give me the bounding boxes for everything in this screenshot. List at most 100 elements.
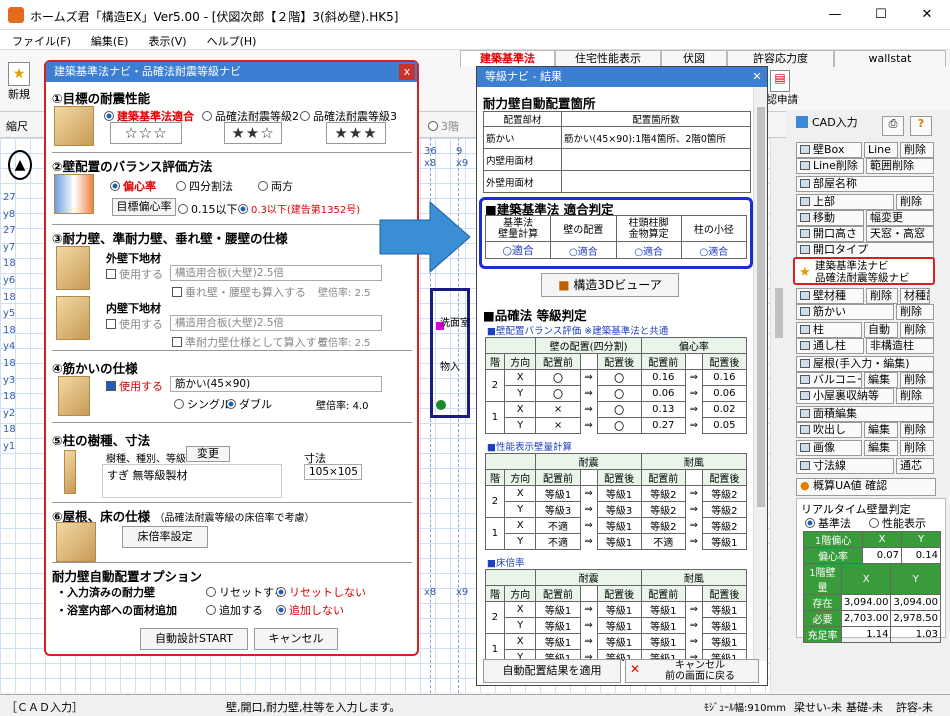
- tool-button-0-0[interactable]: 壁Box: [796, 142, 862, 158]
- size-select[interactable]: 105×105: [304, 464, 362, 480]
- tool-icon: [800, 375, 810, 384]
- tool-button-9-2[interactable]: 削除: [900, 322, 934, 338]
- tool-button-5-0[interactable]: 開口高さ: [796, 226, 864, 242]
- tool-button-5-1[interactable]: 天窓・高窓: [866, 226, 934, 242]
- maximize-button[interactable]: ☐: [858, 0, 904, 30]
- back-button[interactable]: ✕ キャンセル 前の画面に戻る: [625, 659, 759, 683]
- inner-material-select[interactable]: 構造用合板(大壁)2.5倍: [170, 315, 382, 331]
- help-icon[interactable]: ?: [910, 116, 932, 136]
- tool-button-11-0[interactable]: 屋根(手入力・編集): [796, 356, 934, 372]
- option-quarter[interactable]: 四分割法: [176, 178, 233, 194]
- tool-icon: [800, 461, 810, 470]
- navi-button[interactable]: ★ 建築基準法ナビ 品確法耐震等級ナビ: [793, 257, 935, 285]
- tool-button-12-0[interactable]: バルコニー: [796, 372, 862, 388]
- print-icon[interactable]: ⎙: [882, 116, 904, 136]
- no-add-option[interactable]: 追加しない: [276, 602, 344, 618]
- tool-button-1-0[interactable]: Line削除: [796, 158, 864, 174]
- brace-select[interactable]: 筋かい(45×90): [170, 376, 382, 392]
- tool-button-2-0[interactable]: 部屋名称: [796, 176, 934, 192]
- tool-button-15-1[interactable]: 編集: [864, 422, 898, 438]
- option-standard[interactable]: 基準法: [805, 515, 851, 531]
- tool-button-8-1[interactable]: 削除: [896, 304, 934, 320]
- tool-button-14-0[interactable]: 面積編集: [796, 406, 934, 422]
- tool-button-15-0[interactable]: 吹出し: [796, 422, 862, 438]
- navi-cancel-button[interactable]: キャンセル: [254, 628, 338, 650]
- brace-single[interactable]: シングル: [174, 396, 231, 412]
- brace-use-check[interactable]: 使用する: [106, 378, 163, 394]
- tool-button-10-1[interactable]: 非構造柱: [866, 338, 934, 354]
- stars-standard: ☆☆☆: [110, 122, 182, 144]
- tool-button-4-0[interactable]: 移動: [796, 210, 864, 226]
- tool-icon: [800, 391, 810, 400]
- tool-button-0-2[interactable]: 削除: [900, 142, 934, 158]
- tool-button-13-0[interactable]: 小屋裏収納等: [796, 388, 894, 404]
- divider: [52, 224, 412, 225]
- tool-button-3-1[interactable]: 削除: [896, 194, 934, 210]
- brace-ratio: 壁倍率: 4.0: [316, 401, 369, 412]
- ecc-option-03[interactable]: 0.3以下(建告第1352号): [238, 201, 360, 216]
- tool-button-17-0[interactable]: 寸法線: [796, 458, 894, 474]
- menu-help[interactable]: ヘルプ(H): [195, 30, 265, 49]
- tool-button-17-1[interactable]: 通芯: [896, 458, 934, 474]
- ecc-option-015[interactable]: 0.15以下: [178, 201, 238, 217]
- auto-design-start-button[interactable]: 自動設計START: [140, 628, 248, 650]
- tool-button-16-1[interactable]: 編集: [864, 440, 898, 456]
- close-button[interactable]: ✕: [904, 0, 950, 30]
- tool-button-7-0[interactable]: 壁材種: [796, 288, 864, 304]
- minimize-button[interactable]: —: [812, 0, 858, 30]
- tab-wallstat[interactable]: wallstat: [834, 50, 946, 67]
- inner-use-check[interactable]: 使用する: [106, 316, 163, 332]
- section-balance: ②壁配置のバランス評価方法: [52, 159, 213, 174]
- tab-building-standard[interactable]: 建築基準法: [460, 50, 555, 67]
- tool-button-6-0[interactable]: 開口タイプ: [796, 242, 934, 258]
- tab-floor-plan[interactable]: 伏図: [661, 50, 727, 67]
- no-reset-option[interactable]: リセットしない: [276, 584, 366, 600]
- change-species-button[interactable]: 変更: [186, 446, 230, 462]
- tool-button-0-1[interactable]: Line: [864, 142, 898, 158]
- outer-hanging-check[interactable]: 垂れ壁・腰壁も算入する: [172, 284, 306, 300]
- tool-button-10-0[interactable]: 通し柱: [796, 338, 864, 354]
- result-scrollbar[interactable]: [753, 87, 767, 661]
- option-performance[interactable]: 性能表示: [869, 515, 926, 531]
- tool-button-3-0[interactable]: 上部: [796, 194, 894, 210]
- tab-allowable-stress[interactable]: 許容応力度: [727, 50, 834, 67]
- menu-bar: ファイル(F) 編集(E) 表示(V) ヘルプ(H): [0, 30, 950, 50]
- tool-button-13-1[interactable]: 削除: [896, 388, 934, 404]
- tool-button-12-2[interactable]: 削除: [900, 372, 934, 388]
- navi-close-button[interactable]: x: [399, 64, 415, 80]
- floor-ratio-button[interactable]: 床倍率設定: [122, 526, 208, 548]
- tool-button-16-0[interactable]: 画像: [796, 440, 862, 456]
- tool-button-12-1[interactable]: 編集: [864, 372, 898, 388]
- tool-button-7-2[interactable]: 材種設定: [900, 288, 930, 304]
- add-option[interactable]: 追加する: [206, 602, 263, 618]
- tab-housing-performance[interactable]: 住宅性能表示: [555, 50, 661, 67]
- option-eccentricity[interactable]: 偏心率: [110, 178, 156, 194]
- tool-button-1-1[interactable]: 範囲削除: [866, 158, 934, 174]
- scrollbar-thumb[interactable]: [775, 288, 783, 338]
- apply-result-button[interactable]: 自動配置結果を適用: [483, 659, 621, 683]
- outer-material-select[interactable]: 構造用合板(大壁)2.5倍: [170, 265, 382, 281]
- tool-button-9-0[interactable]: 柱: [796, 322, 862, 338]
- menu-file[interactable]: ファイル(F): [0, 30, 79, 49]
- brace-double[interactable]: ダブル: [226, 396, 272, 412]
- option-both[interactable]: 両方: [258, 178, 293, 194]
- new-button[interactable]: ★ 新規: [5, 62, 33, 106]
- menu-view[interactable]: 表示(V): [136, 30, 194, 49]
- result-close-button[interactable]: ✕: [749, 69, 765, 85]
- balance-subheading: ■壁配置バランス評価 ※建築基準法と共通: [487, 326, 669, 337]
- reset-option[interactable]: リセットする: [206, 584, 285, 600]
- menu-edit[interactable]: 編集(E): [79, 30, 137, 49]
- tool-button-4-1[interactable]: 幅変更: [866, 210, 934, 226]
- tool-button-9-1[interactable]: 自動: [864, 322, 898, 338]
- tool-button-8-0[interactable]: 筋かい: [796, 304, 894, 320]
- inner-semi-check[interactable]: 準耐力壁仕様として算入する: [172, 334, 328, 350]
- 3d-viewer-button[interactable]: ■ 構造3Dビューア: [541, 273, 679, 297]
- tool-button-15-2[interactable]: 削除: [900, 422, 934, 438]
- floor-3-label[interactable]: 3階: [428, 118, 459, 134]
- ua-check-button[interactable]: ● 概算UA値 確認: [796, 478, 936, 496]
- canvas-scrollbar[interactable]: [770, 138, 786, 693]
- scrollbar-thumb[interactable]: [757, 107, 765, 507]
- outer-use-check[interactable]: 使用する: [106, 266, 163, 282]
- tool-button-16-2[interactable]: 削除: [900, 440, 934, 456]
- tool-button-7-1[interactable]: 削除: [866, 288, 898, 304]
